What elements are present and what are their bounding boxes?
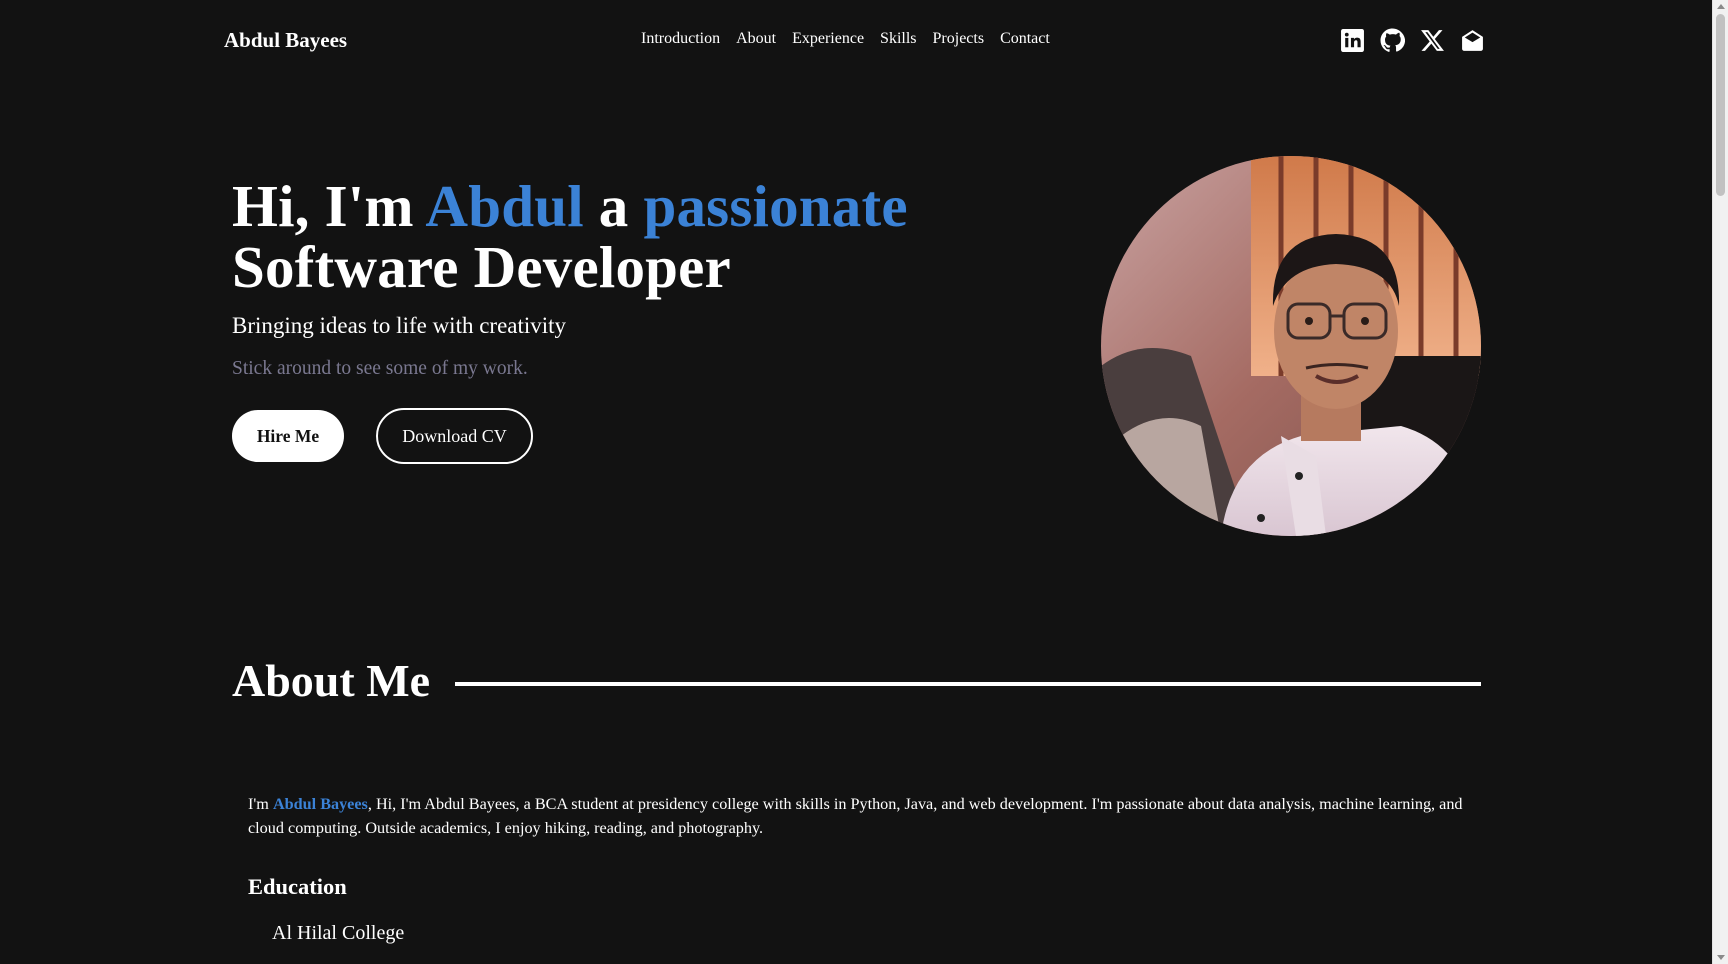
social-links <box>1340 28 1485 53</box>
about-intro-name: Abdul Bayees <box>272 795 368 813</box>
download-cv-button[interactable]: Download CV <box>376 408 533 464</box>
hero-title-line2: Software Developer <box>232 234 731 300</box>
mail-icon[interactable] <box>1460 28 1485 53</box>
hero-title-part2: a <box>583 173 644 239</box>
hero-title-accent: passionate <box>643 173 908 239</box>
profile-photo <box>1101 156 1481 536</box>
github-icon[interactable] <box>1380 28 1405 53</box>
about-paragraph: I'm Abdul Bayees, Hi, I'm Abdul Bayees, … <box>248 792 1478 840</box>
main-nav: Introduction About Experience Skills Pro… <box>641 30 1050 48</box>
nav-introduction[interactable]: Introduction <box>641 30 720 48</box>
hero-subtext: Stick around to see some of my work. <box>232 358 528 379</box>
about-section-title: About Me <box>232 655 431 706</box>
about-title-divider <box>455 682 1481 686</box>
education-item: Al Hilal College <box>272 922 405 944</box>
nav-projects[interactable]: Projects <box>933 30 985 48</box>
hire-me-button[interactable]: Hire Me <box>232 410 344 462</box>
hero-title: Hi, I'm Abdul a passionate Software Deve… <box>232 176 908 298</box>
about-intro-text: , Hi, I'm Abdul Bayees, a BCA student at… <box>248 795 1463 837</box>
hero-title-part1: Hi, I'm <box>232 173 426 239</box>
scroll-up-arrow-icon[interactable] <box>1717 4 1725 9</box>
hero-title-name: Abdul <box>425 173 584 239</box>
linkedin-icon[interactable] <box>1340 28 1365 53</box>
scroll-down-arrow-icon[interactable] <box>1717 955 1725 960</box>
x-icon[interactable] <box>1420 28 1445 53</box>
hero-tagline: Bringing ideas to life with creativity <box>232 313 567 338</box>
nav-experience[interactable]: Experience <box>792 30 864 48</box>
nav-about[interactable]: About <box>736 30 776 48</box>
nav-contact[interactable]: Contact <box>1000 30 1050 48</box>
education-heading: Education <box>248 874 347 899</box>
scrollbar-thumb[interactable] <box>1716 14 1725 196</box>
nav-skills[interactable]: Skills <box>880 30 916 48</box>
brand-logo[interactable]: Abdul Bayees <box>224 28 347 53</box>
page-scrollbar[interactable] <box>1712 0 1728 964</box>
about-intro-prefix: I'm <box>248 795 273 813</box>
page: Abdul Bayees Introduction About Experien… <box>0 0 1712 964</box>
